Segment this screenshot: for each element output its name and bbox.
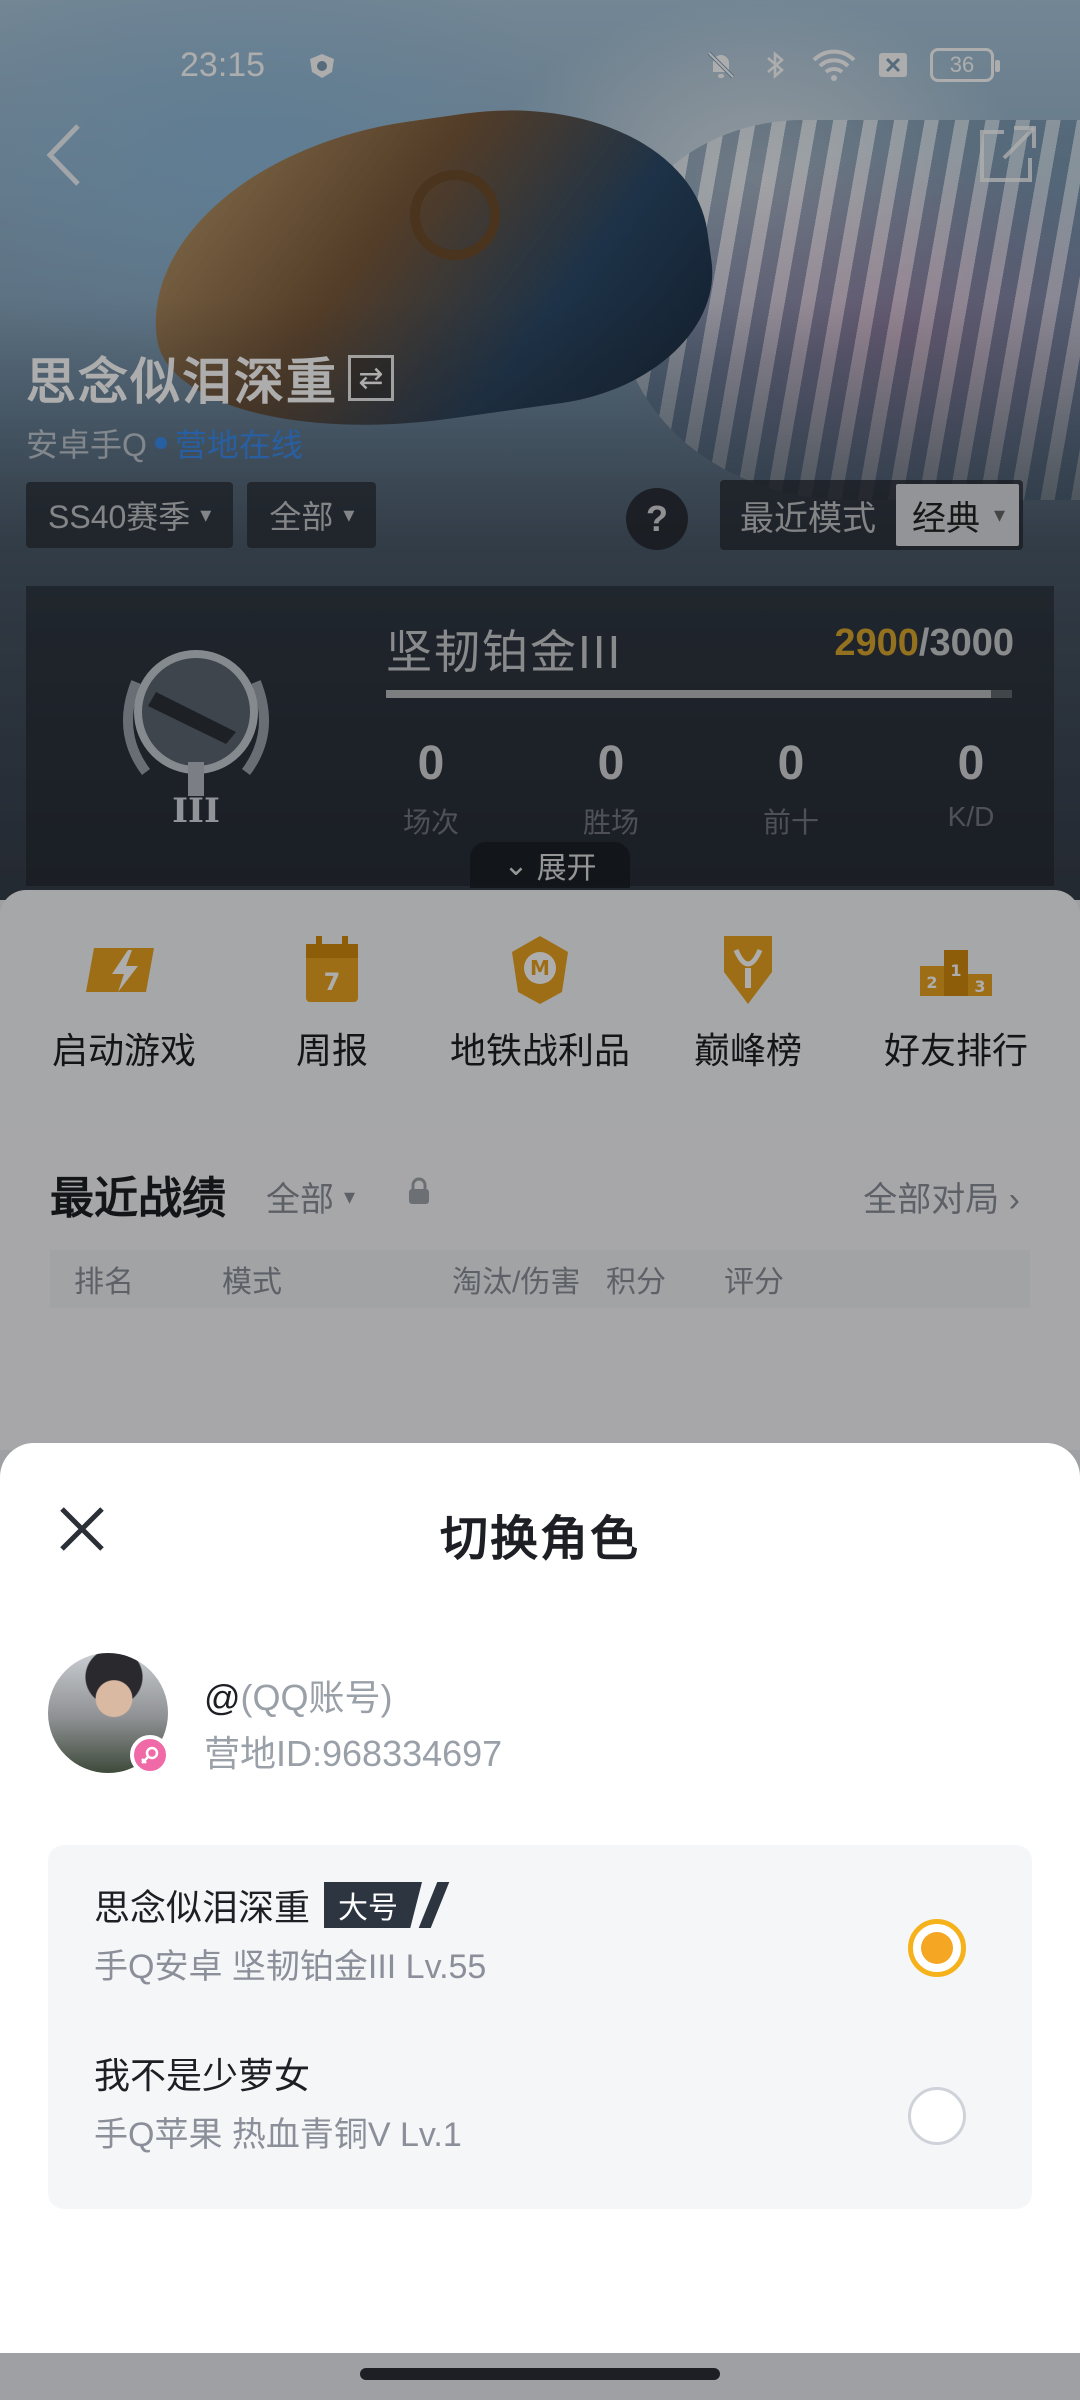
badge-slash <box>418 1882 450 1928</box>
home-indicator[interactable] <box>360 2368 720 2380</box>
role-item[interactable]: 我不是少萝女 手Q苹果 热血青铜V Lv.1 <box>48 2021 1032 2191</box>
account-name: @(QQ账号) <box>204 1669 393 1721</box>
sheet-title: 切换角色 <box>439 1513 640 1566</box>
camp-id: 营地ID:968334697 <box>204 1733 503 1774</box>
role-name-row: 我不是少萝女 <box>94 2047 310 2099</box>
account-value: (QQ账号) <box>240 1677 393 1718</box>
role-radio-selected[interactable] <box>908 1919 966 1977</box>
account-prefix: @ <box>204 1677 241 1718</box>
role-name: 思念似泪深重 <box>94 1887 311 1928</box>
role-name-row: 思念似泪深重 大号 <box>94 1879 450 1931</box>
female-icon <box>130 1735 170 1775</box>
role-radio[interactable] <box>908 2087 966 2145</box>
role-meta: 手Q苹果 热血青铜V Lv.1 <box>94 2116 462 2154</box>
role-item[interactable]: 思念似泪深重 大号 手Q安卓 坚韧铂金III Lv.55 <box>48 1853 1032 2023</box>
role-name: 我不是少萝女 <box>94 2055 311 2096</box>
role-meta: 手Q安卓 坚韧铂金III Lv.55 <box>94 1948 487 1986</box>
role-list: 思念似泪深重 大号 手Q安卓 坚韧铂金III Lv.55 我不是少萝女 手Q苹果… <box>48 1845 1032 2209</box>
switch-role-sheet: 切换角色 @(QQ账号) 营地ID:968334697 思念似泪深重 大号 手Q… <box>0 1443 1080 2353</box>
main-account-badge: 大号 <box>324 1882 423 1928</box>
